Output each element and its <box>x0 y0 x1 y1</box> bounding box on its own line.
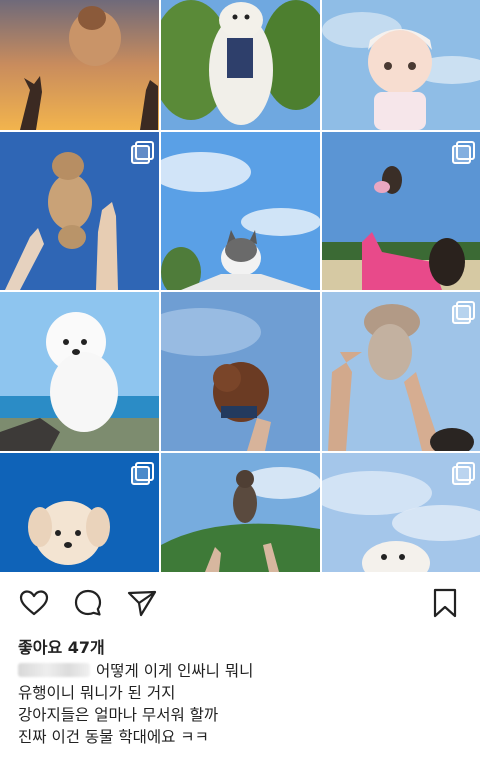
grid-photo-8[interactable] <box>161 292 320 451</box>
caption-line-1: 어떻게 이게 인싸니 뭐니 <box>18 660 468 682</box>
like-button[interactable] <box>16 585 52 621</box>
grid-photo-9[interactable] <box>322 292 480 451</box>
post-caption: 어떻게 이게 인싸니 뭐니 유행이니 뭐니가 된 거지 강아지들은 얼마나 무서… <box>18 660 468 748</box>
grid-photo-3[interactable] <box>322 0 480 130</box>
caption-line-3: 강아지들은 얼마나 무서워 할까 <box>18 706 219 724</box>
multiple-photos-icon <box>452 462 475 485</box>
caption-line-4: 진짜 이건 동물 학대에요 ㅋㅋ <box>18 728 209 746</box>
multiple-photos-icon <box>452 301 475 324</box>
post-action-bar <box>0 585 480 621</box>
grid-photo-11[interactable] <box>161 453 320 572</box>
heart-icon <box>19 590 49 616</box>
caption-text-1: 어떻게 이게 인싸니 뭐니 <box>96 662 254 680</box>
like-count[interactable]: 좋아요 47개 <box>18 634 105 658</box>
bookmark-icon <box>433 588 457 618</box>
grid-photo-10[interactable] <box>0 453 159 572</box>
caption-line-2: 유행이니 뭐니가 된 거지 <box>18 684 176 702</box>
grid-photo-1[interactable] <box>0 0 159 130</box>
grid-photo-2[interactable] <box>161 0 320 130</box>
comment-icon <box>74 589 102 616</box>
photo-grid <box>0 0 480 572</box>
save-button[interactable] <box>427 585 463 621</box>
grid-photo-5[interactable] <box>161 132 320 290</box>
paper-plane-icon <box>127 590 157 617</box>
grid-photo-7[interactable] <box>0 292 159 451</box>
share-button[interactable] <box>124 585 160 621</box>
grid-photo-6[interactable] <box>322 132 480 290</box>
multiple-photos-icon <box>131 462 154 485</box>
grid-photo-12[interactable] <box>322 453 480 572</box>
blurred-username[interactable] <box>18 663 90 677</box>
comment-button[interactable] <box>70 585 106 621</box>
grid-photo-4[interactable] <box>0 132 159 290</box>
multiple-photos-icon <box>452 141 475 164</box>
multiple-photos-icon <box>131 141 154 164</box>
